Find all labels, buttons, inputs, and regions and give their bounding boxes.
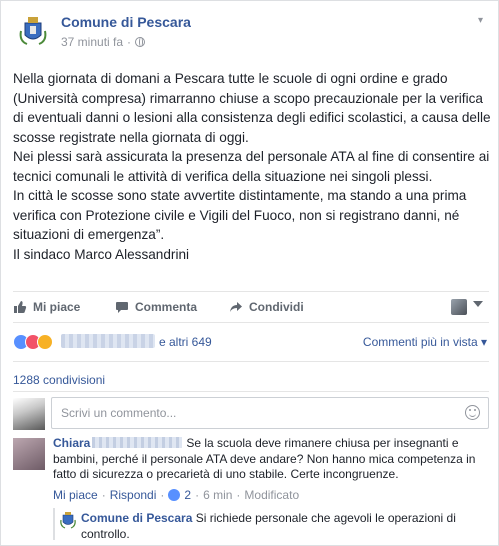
action-bar: Mi piace Commenta Condividi (13, 291, 489, 323)
caret-down-icon: ▾ (480, 335, 487, 349)
sad-reaction-icon[interactable] (37, 334, 53, 350)
comment-label: Commenta (135, 300, 198, 314)
like-reaction-icon (168, 489, 181, 501)
comment-meta: Mi piace · Rispondi · 2 · 6 min · Modifi… (53, 488, 299, 502)
like-label: Mi piace (33, 300, 81, 314)
divider (13, 361, 489, 362)
avatar[interactable] (13, 438, 45, 470)
comment-input[interactable]: Scrivi un commento... (51, 397, 489, 429)
comment-icon (116, 302, 128, 313)
post-body: Nella giornata di domani a Pescara tutte… (13, 69, 491, 264)
post-header: Comune di Pescara 37 minuti fa · ▾ (13, 11, 483, 57)
comment-reply-link[interactable]: Rispondi (110, 488, 157, 502)
meta-separator: · (236, 488, 241, 502)
redacted-names (61, 334, 155, 348)
crest-icon[interactable] (13, 11, 53, 51)
avatar[interactable] (13, 398, 45, 430)
page-name-link[interactable]: Comune di Pescara (61, 14, 191, 30)
reply-thread-line (53, 508, 55, 540)
share-icon (230, 302, 242, 312)
reply-body: Comune di Pescara Si richiede personale … (81, 511, 491, 542)
post-paragraph: Il sindaco Marco Alessandrini (13, 246, 190, 262)
chevron-down-icon[interactable]: ▾ (478, 15, 483, 26)
comment-order-label: Commenti più in vista (362, 335, 478, 349)
post-paragraph: In città le scosse sono state avvertite … (13, 188, 467, 242)
reactions-row: e altri 649 Commenti più in vista ▾ (13, 333, 489, 353)
globe-icon (135, 37, 146, 47)
comment-button[interactable]: Commenta (115, 300, 197, 314)
crest-icon[interactable] (59, 510, 77, 530)
post-paragraph: Nei plessi sarà assicurata la presenza d… (13, 149, 490, 184)
post-meta: 37 minuti fa · (61, 35, 146, 49)
comment-order-dropdown[interactable]: Commenti più in vista ▾ (363, 335, 487, 349)
reply-author-link[interactable]: Comune di Pescara (81, 511, 192, 525)
caret-down-icon[interactable] (473, 301, 483, 307)
share-as-avatar[interactable] (451, 299, 467, 315)
like-button[interactable]: Mi piace (13, 300, 80, 314)
share-label: Condividi (249, 300, 304, 314)
redacted-name (92, 437, 183, 448)
reactions-others-link[interactable]: e altri 649 (159, 335, 212, 349)
comment-age[interactable]: 6 min (203, 488, 232, 502)
comment-edited[interactable]: Modificato (244, 488, 299, 502)
share-button[interactable]: Condividi (229, 300, 304, 314)
post-time[interactable]: 37 minuti fa (61, 35, 123, 49)
comment-author-link[interactable]: Chiara (53, 436, 90, 450)
comment-placeholder: Scrivi un commento... (61, 406, 177, 420)
comment-body: Chiara Se la scuola deve rimanere chiusa … (53, 436, 493, 483)
shares-count-link[interactable]: 1288 condivisioni (13, 373, 105, 387)
smiley-icon[interactable] (465, 405, 480, 420)
meta-separator: · (160, 488, 165, 502)
comment-like-count[interactable]: 2 (184, 488, 191, 502)
divider (13, 391, 489, 392)
comment-like-link[interactable]: Mi piace (53, 488, 98, 502)
meta-separator: · (101, 488, 106, 502)
post-card: Comune di Pescara 37 minuti fa · ▾ Nella… (0, 0, 499, 546)
meta-separator: · (127, 35, 132, 49)
post-paragraph: Nella giornata di domani a Pescara tutte… (13, 71, 491, 145)
meta-separator: · (195, 488, 200, 502)
thumbs-up-icon (14, 301, 27, 313)
